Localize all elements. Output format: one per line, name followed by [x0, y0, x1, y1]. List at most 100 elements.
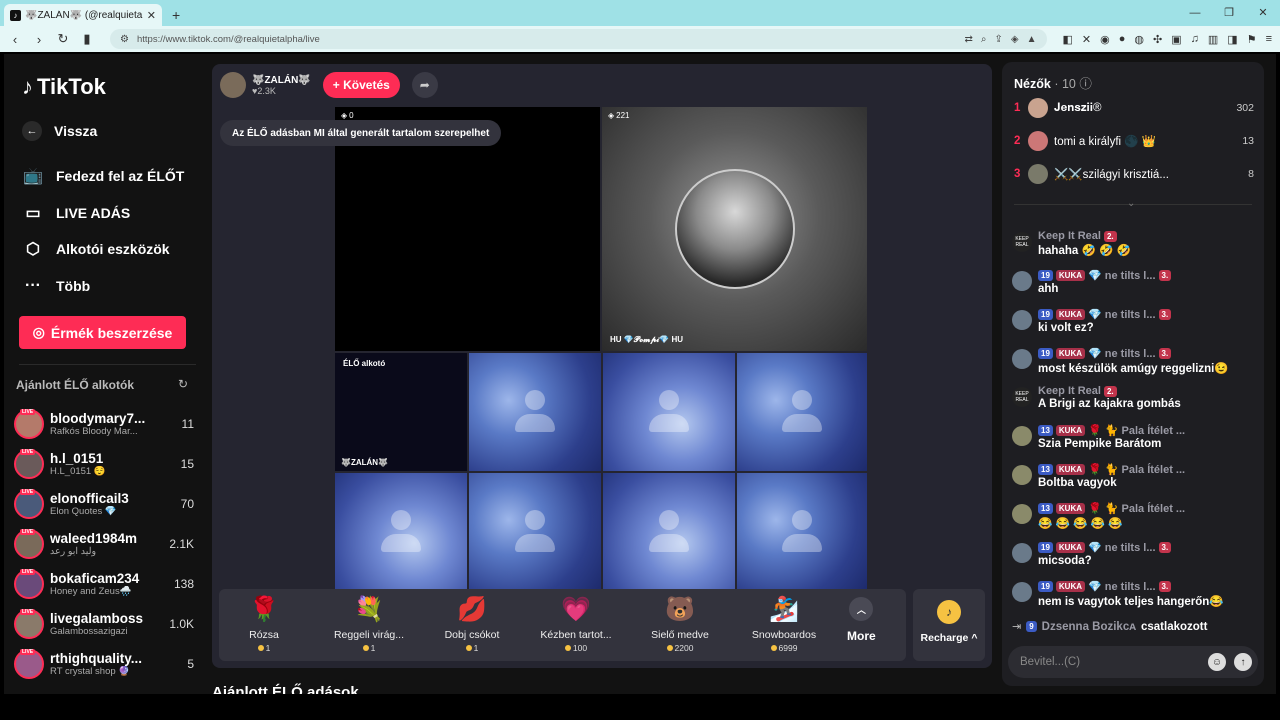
share-icon[interactable]: ➦	[411, 72, 438, 98]
alert-icon[interactable]: ▲	[1027, 34, 1037, 45]
gift-item[interactable]: 🐻 Sielő medve 2200	[635, 595, 725, 653]
viewers-title[interactable]: Nézők · 10 ⓘ	[1014, 73, 1092, 92]
gift-item[interactable]: 🏂 Snowboardos 6999	[739, 595, 829, 653]
empty-seat-tile[interactable]	[469, 473, 601, 590]
chat-username[interactable]: 🌹 🐈 Pala Ítélet ...	[1088, 463, 1185, 476]
joined-username[interactable]: Dzsenna Bozikᴄᴀ	[1042, 621, 1136, 633]
maximize-icon[interactable]: ❐	[1212, 0, 1246, 26]
browser-tab[interactable]: ♪ 🐺ZALÁN🐺 (@realquietalp ✕	[4, 4, 162, 26]
avatar[interactable]	[1012, 310, 1032, 330]
back-icon[interactable]: ‹	[8, 32, 22, 47]
avatar[interactable]: KEEP REAL	[1012, 387, 1032, 407]
sidebar-item-go-live[interactable]: ▭ LIVE ADÁS	[22, 202, 130, 224]
wallet-icon[interactable]: ◨	[1227, 33, 1237, 46]
gift-item[interactable]: 💗 Kézben tartot... 100	[531, 595, 621, 653]
close-window-icon[interactable]: ✕	[1246, 0, 1280, 26]
recharge-button[interactable]: ♪ Recharge ^	[913, 589, 985, 661]
music-icon[interactable]: ♫	[1191, 33, 1199, 46]
sidebar-item-creator-tools[interactable]: ⬡ Alkotói eszközök	[22, 238, 170, 260]
back-link[interactable]: ← Vissza	[22, 121, 97, 141]
extension-icon[interactable]: ✕	[1082, 33, 1091, 46]
top-viewer-row[interactable]: 2 tomi a királyfi 🌑 👑 13	[1014, 128, 1254, 154]
empty-seat-tile[interactable]	[469, 353, 601, 471]
avatar[interactable]	[1012, 543, 1032, 563]
suggested-creator[interactable]: LIVE elonofficail3 Elon Quotes 💎 70	[14, 486, 194, 522]
extension-icon[interactable]: ◍	[1134, 33, 1144, 46]
tiktok-logo[interactable]: ♪ TikTok	[22, 74, 106, 100]
minimize-icon[interactable]: —	[1178, 0, 1212, 26]
sidebar-item-explore-live[interactable]: 📺 Fedezd fel az ÉLŐT	[22, 165, 184, 187]
host-name[interactable]: 🐺ZALÁN🐺	[252, 75, 311, 86]
share-page-icon[interactable]: ⇪	[995, 34, 1003, 45]
menu-icon[interactable]: ≡	[1266, 33, 1272, 46]
site-info-icon[interactable]: ⚙	[120, 34, 129, 45]
sidebar-toggle-icon[interactable]: ▥	[1208, 33, 1218, 46]
get-coins-button[interactable]: ◎ Érmék beszerzése	[19, 316, 186, 349]
refresh-icon[interactable]: ↻	[178, 377, 188, 391]
gift-item[interactable]: 💋 Dobj csókot 1	[427, 595, 517, 653]
avatar[interactable]	[1012, 271, 1032, 291]
url-field[interactable]: ⚙ https://www.tiktok.com/@realquietalpha…	[110, 29, 1047, 49]
creator-label: ÉLŐ alkotó	[343, 359, 386, 368]
suggested-creator[interactable]: LIVE bloodymary7... Rafkós Bloody Mar... …	[14, 406, 194, 442]
emoji-icon[interactable]: ☺	[1208, 653, 1226, 671]
chat-message: 19 KUKA 💎 ne tilts l... 3. micsoda?	[1012, 541, 1257, 567]
extension-icon[interactable]: ●	[1119, 33, 1126, 46]
chat-username[interactable]: Keep It Real	[1038, 385, 1101, 397]
chat-text: nem is vagytok teljes hangerőn😂	[1038, 596, 1224, 608]
gift-item[interactable]: 💐 Reggeli virág... 1	[324, 595, 414, 653]
chat-username[interactable]: 💎 ne tilts l...	[1088, 269, 1155, 282]
suggested-creator[interactable]: LIVE bokaficam234 Honey and Zeus🌧️ 138	[14, 566, 194, 602]
empty-seat-tile[interactable]	[335, 473, 467, 590]
extension-icon[interactable]: ◉	[1100, 33, 1110, 46]
chat-username[interactable]: 🌹 🐈 Pala Ítélet ...	[1088, 502, 1185, 515]
chevron-down-icon[interactable]: ⌄	[1127, 198, 1135, 209]
suggested-creator[interactable]: LIVE rthighquality... RT crystal shop 🔮 5	[14, 646, 194, 682]
avatar[interactable]: KEEP REAL	[1012, 232, 1032, 252]
avatar[interactable]	[1012, 582, 1032, 602]
chat-username[interactable]: 💎 ne tilts l...	[1088, 541, 1155, 554]
new-tab-icon[interactable]: +	[172, 7, 180, 23]
host-tile[interactable]: ÉLŐ alkotó 🐺ZALÁN🐺	[335, 353, 467, 471]
enter-icon: ⇥	[1012, 621, 1022, 633]
avatar[interactable]	[1012, 349, 1032, 369]
empty-seat-tile[interactable]	[603, 473, 735, 590]
vpn-icon[interactable]: ⚑	[1247, 33, 1257, 46]
level-badge: 9	[1026, 621, 1037, 632]
chat-input[interactable]: Bevitel...(C) ☺ ↑	[1008, 646, 1258, 678]
forward-icon[interactable]: ›	[32, 32, 46, 47]
chat-username[interactable]: 💎 ne tilts l...	[1088, 347, 1155, 360]
extension-icon[interactable]: ◧	[1063, 33, 1073, 46]
sidebar-item-more[interactable]: ··· Több	[22, 275, 90, 297]
zoom-icon[interactable]: ⌕	[981, 34, 987, 45]
follow-button[interactable]: + Követés	[322, 72, 400, 98]
gift-item[interactable]: 🌹 Rózsa 1	[219, 595, 309, 653]
avatar[interactable]	[1012, 465, 1032, 485]
suggested-creator[interactable]: LIVE waleed1984m وليد ابو رعد 2.1K	[14, 526, 194, 562]
chat-username[interactable]: 💎 ne tilts l...	[1088, 308, 1155, 321]
close-tab-icon[interactable]: ✕	[147, 9, 156, 22]
reload-icon[interactable]: ↻	[56, 31, 70, 47]
send-icon[interactable]: ↑	[1234, 653, 1252, 671]
empty-seat-tile[interactable]	[737, 473, 867, 590]
guest-tile[interactable]: ◈ 221 HU 💎𝓟𝓸𝓶𝓹𝓲💎 HU	[602, 107, 867, 351]
puzzle-icon[interactable]: ✣	[1153, 33, 1162, 46]
more-gifts-button[interactable]: ︿ More	[847, 597, 876, 643]
bookmark-icon[interactable]: ▮	[80, 31, 94, 47]
empty-seat-tile[interactable]	[737, 353, 867, 471]
avatar[interactable]	[1012, 426, 1032, 446]
suggested-creator[interactable]: LIVE livegalamboss Galambossazigazi 1.0K	[14, 606, 194, 642]
brave-shield-icon[interactable]: ◈	[1011, 34, 1019, 45]
chat-username[interactable]: 💎 ne tilts l...	[1088, 580, 1155, 593]
suggested-creator[interactable]: LIVE h.l_0151 H.L_0151 😌 15	[14, 446, 194, 482]
host-avatar[interactable]	[220, 72, 246, 98]
help-icon[interactable]: ⓘ	[1079, 77, 1092, 91]
translate-icon[interactable]: ⇄	[965, 34, 973, 45]
top-viewer-row[interactable]: 3 ⚔️⚔️szilágyi krisztiá... 8	[1014, 161, 1254, 187]
top-viewer-row[interactable]: 1 𝐉𝐞𝐧𝐬𝐳𝐢𝐢® 302	[1014, 95, 1254, 121]
avatar[interactable]	[1012, 504, 1032, 524]
empty-seat-tile[interactable]	[603, 353, 735, 471]
chat-username[interactable]: 🌹 🐈 Pala Ítélet ...	[1088, 424, 1185, 437]
extension-icon[interactable]: ▣	[1171, 33, 1181, 46]
chat-username[interactable]: Keep It Real	[1038, 230, 1101, 242]
